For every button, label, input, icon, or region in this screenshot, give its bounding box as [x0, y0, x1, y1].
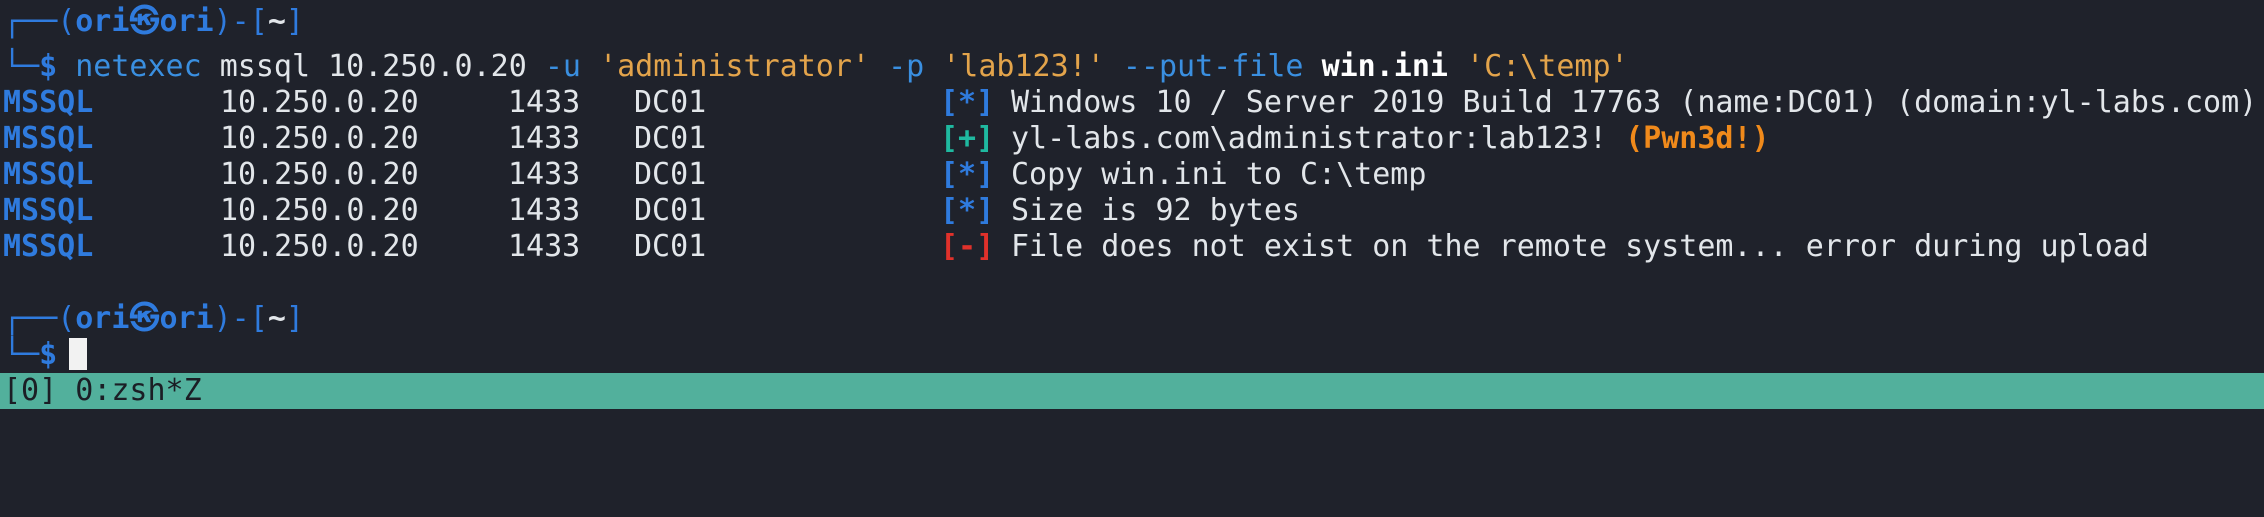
terminal-window[interactable]: ┌──(ori㉿ori)-[~] └─$ netexec mssql 10.25…	[0, 0, 2264, 373]
row-ip: 10.250.0.20	[220, 229, 419, 264]
active-prompt-line[interactable]: └─$	[3, 337, 88, 373]
row-marker: [*]	[940, 85, 995, 120]
command-flag-user: -u	[544, 49, 581, 84]
output-row: MSSQL 10.250.0.20 1433 DC01 [-] File doe…	[3, 229, 2261, 265]
row-ip: 10.250.0.20	[220, 121, 419, 156]
prompt-corner-top: ┌──	[3, 4, 58, 39]
row-marker: [+]	[940, 121, 995, 156]
row-port: 1433	[508, 193, 581, 228]
row-proto: MSSQL	[3, 193, 94, 228]
text-cursor[interactable]	[69, 338, 88, 370]
command-file: win.ini	[1321, 49, 1448, 84]
prompt-dir: ~	[267, 4, 286, 39]
row-message: File does not exist on the remote system…	[1011, 229, 2149, 264]
prompt-host: ori	[159, 301, 214, 336]
row-port: 1433	[508, 85, 581, 120]
row-port: 1433	[508, 121, 581, 156]
bottom-strip	[0, 409, 2264, 416]
row-proto: MSSQL	[3, 229, 94, 264]
row-message: Copy win.ini to C:\temp	[1011, 157, 1427, 192]
row-ip: 10.250.0.20	[220, 157, 419, 192]
command-flag-put: --put-file	[1122, 49, 1304, 84]
command-line: └─$ netexec mssql 10.250.0.20 -u 'admini…	[3, 49, 1629, 85]
command-proto: mssql	[219, 49, 311, 84]
row-port: 1433	[508, 157, 581, 192]
output-row: MSSQL 10.250.0.20 1433 DC01 [*] Windows …	[3, 85, 2261, 121]
row-proto: MSSQL	[3, 157, 94, 192]
row-proto: MSSQL	[3, 85, 94, 120]
prompt-header-1: ┌──(ori㉿ori)-[~]	[3, 4, 304, 39]
row-proto: MSSQL	[3, 121, 94, 156]
prompt-user: ori	[75, 301, 130, 336]
command-target: 10.250.0.20	[328, 49, 527, 84]
row-marker: [*]	[940, 193, 995, 228]
row-host: DC01	[634, 157, 707, 192]
command-flag-pass: -p	[888, 49, 925, 84]
prompt-dollar: $	[39, 337, 58, 372]
prompt-host: ori	[159, 4, 214, 39]
row-message: yl-labs.com\administrator:lab123!	[1011, 121, 1626, 156]
command-bin: netexec	[75, 49, 202, 84]
prompt-corner-bottom: └─	[3, 337, 40, 372]
row-host: DC01	[634, 85, 707, 120]
prompt-dir: ~	[267, 301, 286, 336]
prompt-corner-top: ┌──	[3, 301, 58, 336]
row-ip: 10.250.0.20	[220, 85, 419, 120]
output-row: MSSQL 10.250.0.20 1433 DC01 [*] Size is …	[3, 193, 2261, 229]
row-host: DC01	[634, 229, 707, 264]
row-host: DC01	[634, 193, 707, 228]
prompt-corner-bottom: └─	[3, 49, 40, 84]
tmux-status-bar: [0] 0:zsh*Z	[0, 373, 2264, 409]
output-row: MSSQL 10.250.0.20 1433 DC01 [*] Copy win…	[3, 157, 2261, 193]
prompt-header-2: ┌──(ori㉿ori)-[~]	[3, 301, 304, 336]
row-port: 1433	[508, 229, 581, 264]
row-message: Windows 10 / Server 2019 Build 17763 (na…	[1011, 85, 2258, 120]
output-row: MSSQL 10.250.0.20 1433 DC01 [+] yl-labs.…	[3, 121, 2261, 157]
prompt-user: ori	[75, 4, 130, 39]
row-message: Size is 92 bytes	[1011, 193, 1300, 228]
row-marker: [-]	[940, 229, 995, 264]
pwned-badge: (Pwn3d!)	[1625, 121, 1770, 156]
command-user: 'administrator'	[599, 49, 870, 84]
prompt-at-icon: ㉿	[129, 4, 160, 39]
row-ip: 10.250.0.20	[220, 193, 419, 228]
prompt-dollar: $	[39, 49, 58, 84]
prompt-at-icon: ㉿	[129, 301, 160, 336]
tmux-window-label[interactable]: [0] 0:zsh*Z	[0, 373, 202, 408]
row-host: DC01	[634, 121, 707, 156]
command-dest: 'C:\temp'	[1466, 49, 1629, 84]
command-pass: 'lab123!'	[942, 49, 1105, 84]
row-marker: [*]	[940, 157, 995, 192]
